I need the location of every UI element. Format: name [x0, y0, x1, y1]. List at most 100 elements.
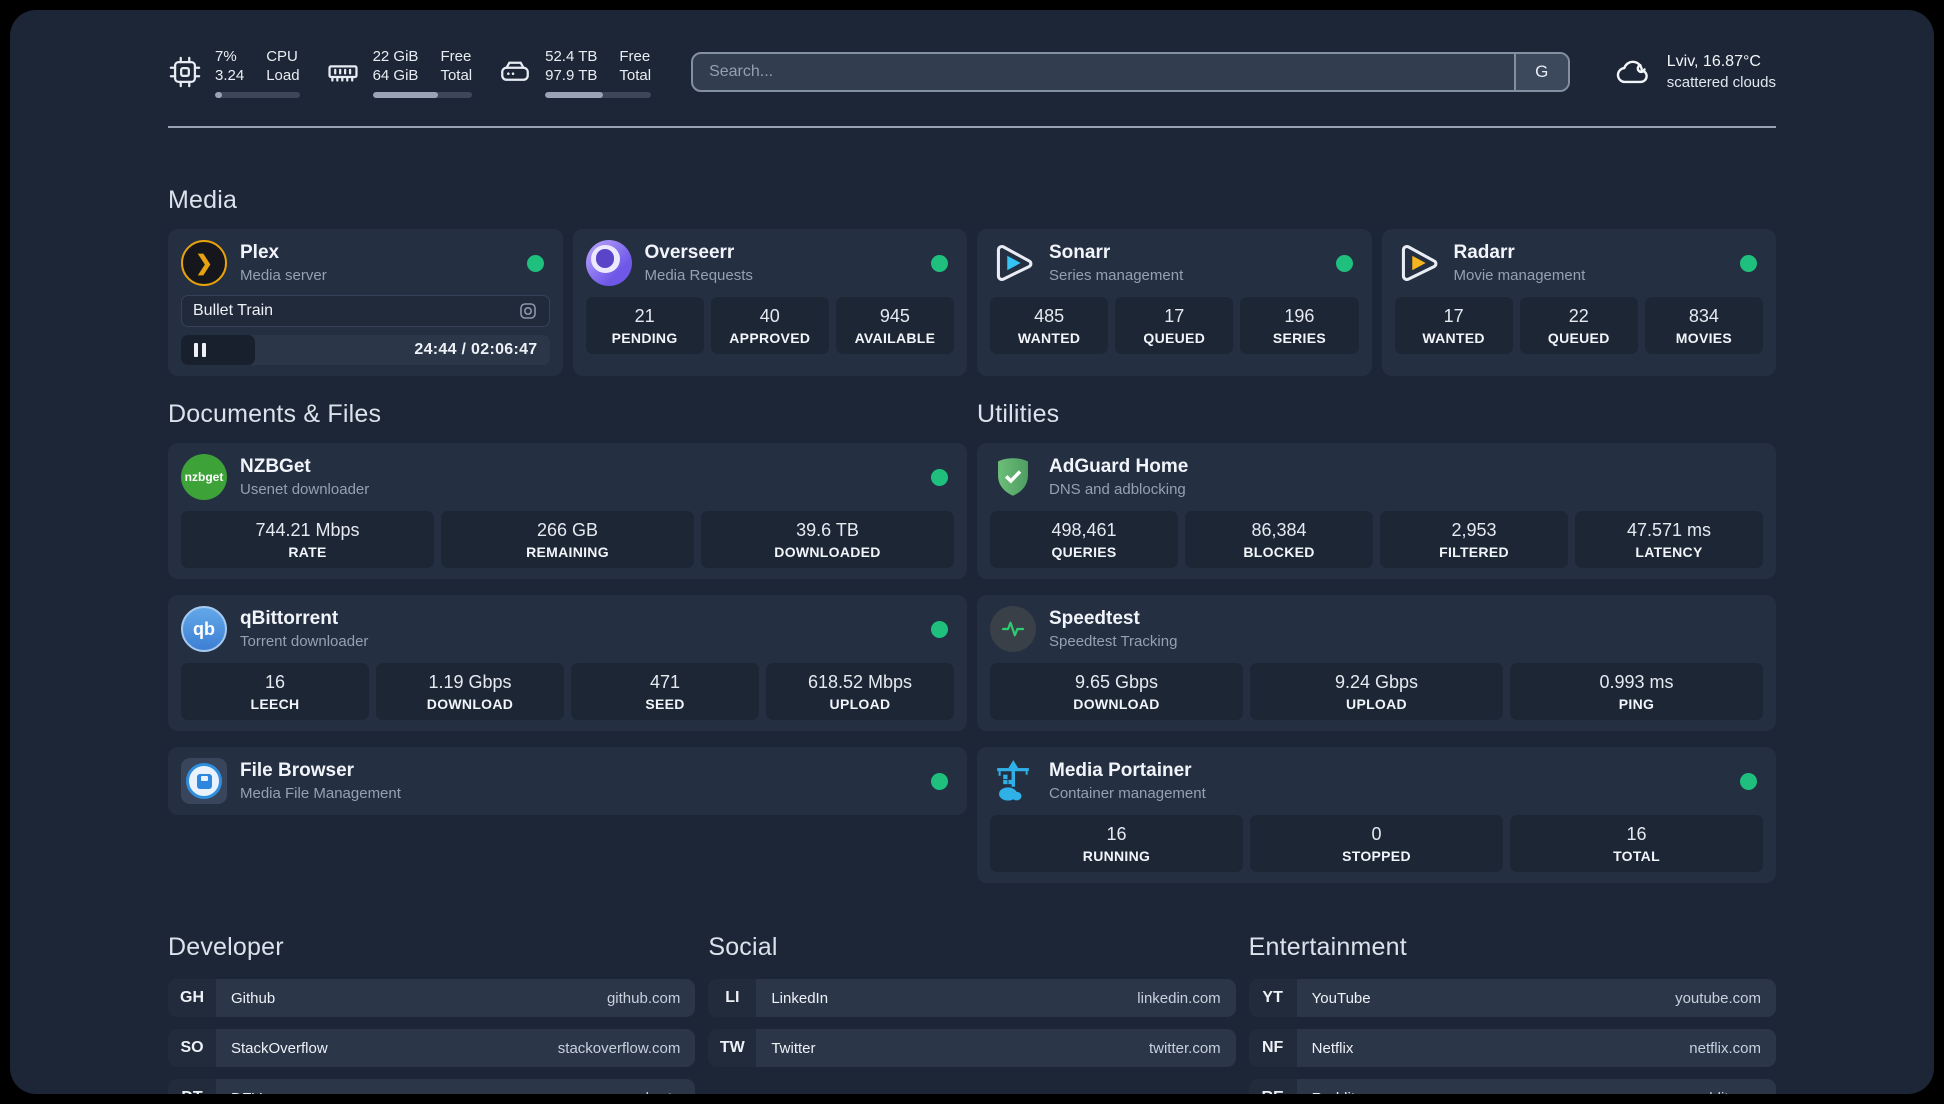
stat-tile: 834 MOVIES — [1644, 297, 1764, 354]
qbittorrent-icon: qb — [181, 606, 227, 652]
link-youtube[interactable]: YT YouTube youtube.com — [1248, 979, 1776, 1017]
stat-value: 498,461 — [1051, 520, 1117, 540]
section-title-developer: Developer — [168, 933, 284, 961]
app-card-radarr[interactable]: Radarr Movie management 17 WANTED 22 QUE… — [1381, 229, 1776, 376]
stat-value: 47.571 ms — [1626, 520, 1712, 540]
memory-stat: 22 GiB 64 GiB Free Total — [326, 47, 473, 98]
search-input[interactable] — [693, 63, 1514, 81]
link-stackoverflow[interactable]: SO StackOverflow stackoverflow.com — [168, 1029, 696, 1067]
stat-label: LATENCY — [1635, 544, 1703, 560]
link-twitter[interactable]: TW Twitter twitter.com — [708, 1029, 1236, 1067]
filebrowser-icon — [181, 758, 227, 804]
disk-drive-icon — [498, 55, 532, 89]
cpu-usage-fill — [215, 91, 222, 98]
stat-label: FILTERED — [1439, 544, 1509, 560]
link-tag: GH — [168, 979, 216, 1017]
link-url: reddit.com — [1691, 1090, 1761, 1095]
stat-label: STOPPED — [1342, 848, 1411, 864]
header-divider — [168, 126, 1776, 128]
link-url: netflix.com — [1689, 1039, 1761, 1057]
disk-free-value: 52.4 TB — [545, 47, 598, 65]
app-card-overseerr[interactable]: Overseerr Media Requests 21 PENDING 40 A… — [572, 229, 967, 376]
stat-label: LEECH — [250, 696, 300, 712]
app-card-portainer[interactable]: Media Portainer Container management 16 … — [977, 747, 1776, 883]
app-name: Speedtest — [1049, 608, 1140, 629]
stat-value: 196 — [1284, 306, 1315, 326]
app-card-qbittorrent[interactable]: qb qBittorrent Torrent downloader 16 LEE… — [168, 595, 967, 731]
stat-value: 16 — [1626, 824, 1647, 844]
section-title-utilities: Utilities — [977, 400, 1060, 428]
app-description: Media Requests — [644, 267, 753, 284]
weather-location-temp: Lviv, 16.87°C — [1666, 52, 1761, 70]
stat-value: 618.52 Mbps — [807, 672, 913, 692]
stat-value: 2,953 — [1451, 520, 1497, 540]
cpu-chip-icon — [168, 55, 202, 89]
stat-value: 16 — [1106, 824, 1127, 844]
playback-progress-bar: 24:44 / 02:06:47 — [181, 335, 550, 365]
app-card-plex[interactable]: ❯ Plex Media server Bullet Train 24:44 /… — [168, 229, 563, 376]
link-url: github.com — [606, 989, 681, 1007]
stat-tile: 945 AVAILABLE — [835, 297, 955, 354]
app-card-sonarr[interactable]: Sonarr Series management 485 WANTED 17 Q… — [977, 229, 1372, 376]
stat-label: SEED — [645, 696, 685, 712]
stat-value: 22 — [1568, 306, 1589, 326]
link-url: dev.to — [641, 1090, 681, 1095]
link-github[interactable]: GH Github github.com — [168, 979, 696, 1017]
status-dot — [1740, 772, 1757, 790]
app-card-adguard[interactable]: AdGuard Home DNS and adblocking 498,461 … — [977, 443, 1776, 579]
stat-label: QUERIES — [1051, 544, 1117, 560]
stat-label: RUNNING — [1082, 848, 1151, 864]
stat-tile: 17 WANTED — [1394, 297, 1513, 354]
ram-free-label: Free — [440, 47, 472, 65]
ram-usage-bar — [372, 91, 473, 98]
link-netflix[interactable]: NF Netflix netflix.com — [1248, 1029, 1776, 1067]
link-url: twitter.com — [1148, 1039, 1221, 1057]
stat-label: AVAILABLE — [854, 330, 936, 346]
link-label: DEV — [231, 1090, 262, 1095]
stat-value: 16 — [264, 672, 286, 692]
app-card-nzbget[interactable]: nzbget NZBGet Usenet downloader 744.21 M… — [168, 443, 967, 579]
video-icon[interactable] — [518, 301, 538, 321]
link-label: StackOverflow — [231, 1039, 328, 1057]
link-dev-to[interactable]: DT DEV dev.to — [168, 1079, 696, 1095]
link-tag: TW — [708, 1029, 757, 1067]
app-description: DNS and adblocking — [1049, 481, 1186, 498]
stat-tile: 39.6 TB DOWNLOADED — [701, 511, 954, 568]
link-linkedin[interactable]: LI LinkedIn linkedin.com — [708, 979, 1236, 1017]
stat-label: WANTED — [1017, 330, 1081, 346]
app-name: qBittorrent — [240, 608, 339, 629]
playback-progress-fill — [181, 335, 255, 365]
social-links: Social LI LinkedIn linkedin.com TW Twitt… — [708, 933, 1236, 1094]
status-dot — [931, 254, 948, 272]
stat-label: RATE — [288, 544, 327, 560]
section-title-social: Social — [708, 933, 778, 961]
overseerr-icon — [585, 240, 632, 286]
stat-tile: 17 QUEUED — [1115, 297, 1234, 354]
stat-label: DOWNLOADED — [774, 544, 881, 560]
speedtest-icon — [990, 606, 1036, 652]
disk-total-label: Total — [619, 67, 652, 84]
link-reddit[interactable]: RE Reddit reddit.com — [1248, 1079, 1776, 1095]
pause-icon[interactable] — [194, 343, 206, 357]
app-card-speedtest[interactable]: Speedtest Speedtest Tracking 9.65 Gbps D… — [977, 595, 1776, 731]
stat-label: BLOCKED — [1243, 544, 1315, 560]
ram-icon — [326, 55, 360, 89]
search-engine-button[interactable]: G — [1513, 54, 1568, 90]
link-label: Twitter — [771, 1039, 816, 1057]
stat-tile: 9.24 Gbps UPLOAD — [1250, 663, 1503, 720]
app-description: Usenet downloader — [240, 481, 370, 498]
cpu-label: CPU — [266, 47, 298, 65]
app-card-filebrowser[interactable]: File Browser Media File Management — [168, 747, 967, 815]
status-dot — [931, 772, 948, 790]
link-url: stackoverflow.com — [557, 1039, 681, 1057]
stat-tile: 744.21 Mbps RATE — [181, 511, 434, 568]
weather-widget: Lviv, 16.87°C scattered clouds — [1614, 52, 1776, 92]
status-dot — [931, 620, 948, 638]
stat-tile: 2,953 FILTERED — [1380, 511, 1568, 568]
disk-free-label: Free — [619, 47, 651, 65]
status-dot — [1335, 254, 1353, 272]
ram-usage-fill — [372, 91, 439, 98]
status-dot — [1740, 254, 1757, 272]
stat-label: DOWNLOAD — [1073, 696, 1160, 712]
link-tag: YT — [1248, 979, 1297, 1017]
